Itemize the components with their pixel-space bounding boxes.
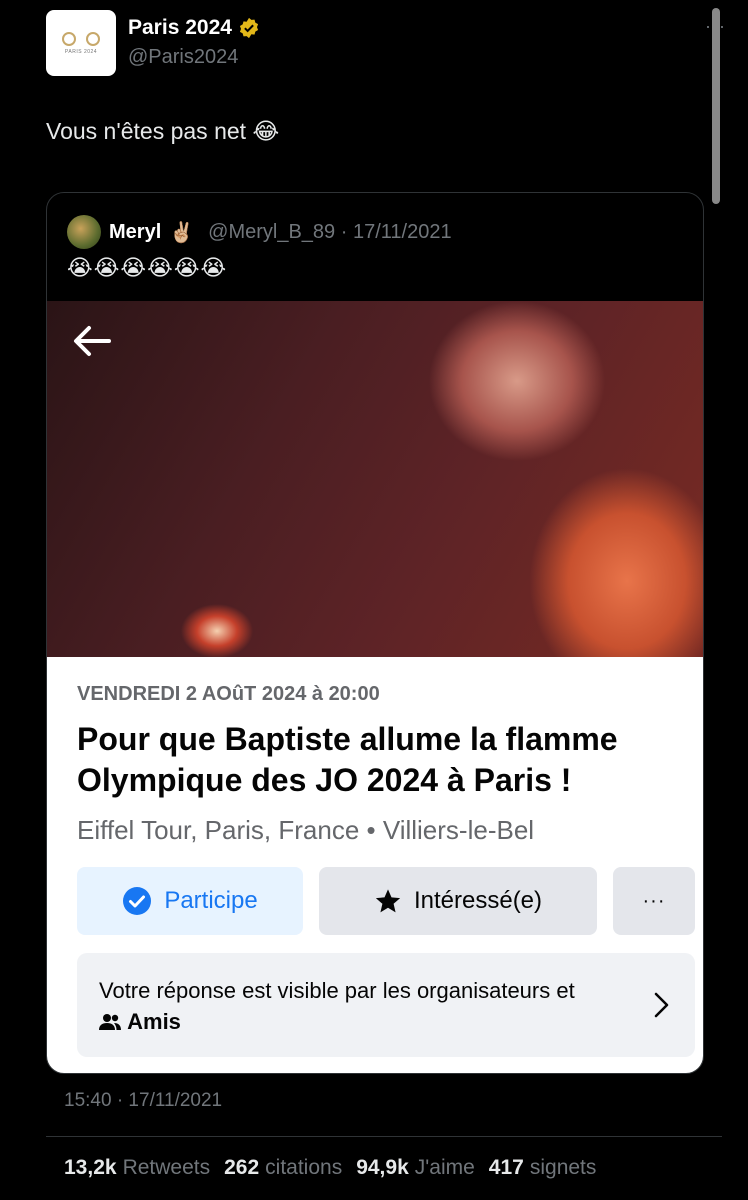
stat-label: signets [529, 1156, 597, 1179]
stat-value: 262 [224, 1156, 260, 1179]
quoted-handle-date: @Meryl_B_89 · 17/11/2021 [208, 220, 452, 243]
interesse-button[interactable]: Intéressé(e) [319, 867, 597, 935]
interesse-label: Intéressé(e) [413, 887, 543, 914]
quoted-tweet[interactable]: Meryl ✌🏼 @Meryl_B_89 · 17/11/2021 😭😭😭😭😭😭… [46, 192, 704, 1074]
visibility-text-block: Votre réponse est visible par les organi… [99, 975, 599, 1037]
scrollbar[interactable] [712, 8, 720, 204]
stat-likes[interactable]: 94,9k J'aime [356, 1156, 475, 1180]
quoted-name[interactable]: Meryl [109, 221, 161, 244]
event-card: VENDREDI 2 AOûT 2024 à 20:00 Pour que Ba… [47, 657, 703, 1073]
stat-label: Retweets [122, 1156, 211, 1179]
friends-icon [99, 1014, 121, 1030]
divider [46, 1136, 722, 1137]
check-circle-icon [123, 887, 152, 915]
visibility-amis: Amis [127, 1009, 181, 1034]
verified-badge-icon [239, 17, 259, 39]
victory-hand-emoji: ✌🏼 [169, 221, 195, 244]
event-location: Eiffel Tour, Paris, France • Villiers-le… [77, 815, 535, 845]
stat-label: citations [265, 1156, 343, 1179]
event-title: Pour que Baptiste allume la flamme Olymp… [77, 721, 618, 798]
tweet-timestamp[interactable]: 15:40 · 17/11/2021 [64, 1090, 222, 1112]
quoted-avatar[interactable] [67, 215, 101, 249]
logo-text: PARIS 2024 [64, 48, 98, 55]
author-avatar[interactable]: PARIS 2024 [46, 10, 116, 76]
olympic-logo [62, 31, 100, 46]
participe-label: Participe [164, 887, 258, 914]
stat-value: 417 [488, 1156, 524, 1179]
author-display-name[interactable]: Paris 2024 [128, 16, 232, 40]
quoted-header: Meryl ✌🏼 @Meryl_B_89 · 17/11/2021 [67, 215, 452, 249]
visibility-text: Votre réponse est visible par les organi… [99, 978, 575, 1003]
stat-bookmarks[interactable]: 417 signets [489, 1156, 597, 1180]
stat-value: 13,2k [64, 1156, 117, 1179]
tweet-header: PARIS 2024 Paris 2024 @Paris2024 ··· [46, 10, 725, 80]
tweet-text: Vous n'êtes pas net 😂 [46, 118, 280, 144]
stat-label: J'aime [414, 1156, 475, 1179]
event-more-button[interactable]: ··· [613, 867, 695, 935]
author-name-row[interactable]: Paris 2024 [128, 16, 260, 40]
back-arrow-icon[interactable] [69, 319, 113, 363]
stat-retweets[interactable]: 13,2k Retweets [64, 1156, 210, 1180]
event-cover-photo[interactable] [47, 301, 703, 657]
visibility-notice[interactable]: Votre réponse est visible par les organi… [77, 953, 695, 1057]
event-date: VENDREDI 2 AOûT 2024 à 20:00 [77, 683, 380, 705]
star-icon [375, 889, 401, 913]
stat-value: 94,9k [356, 1156, 409, 1179]
tweet-stats: 13,2k Retweets 262 citations 94,9k J'aim… [64, 1156, 596, 1180]
author-handle[interactable]: @Paris2024 [128, 46, 238, 69]
chevron-right-icon [654, 992, 669, 1018]
participe-button[interactable]: Participe [77, 867, 303, 935]
stat-citations[interactable]: 262 citations [224, 1156, 342, 1180]
quoted-text: 😭😭😭😭😭😭 [67, 255, 228, 280]
